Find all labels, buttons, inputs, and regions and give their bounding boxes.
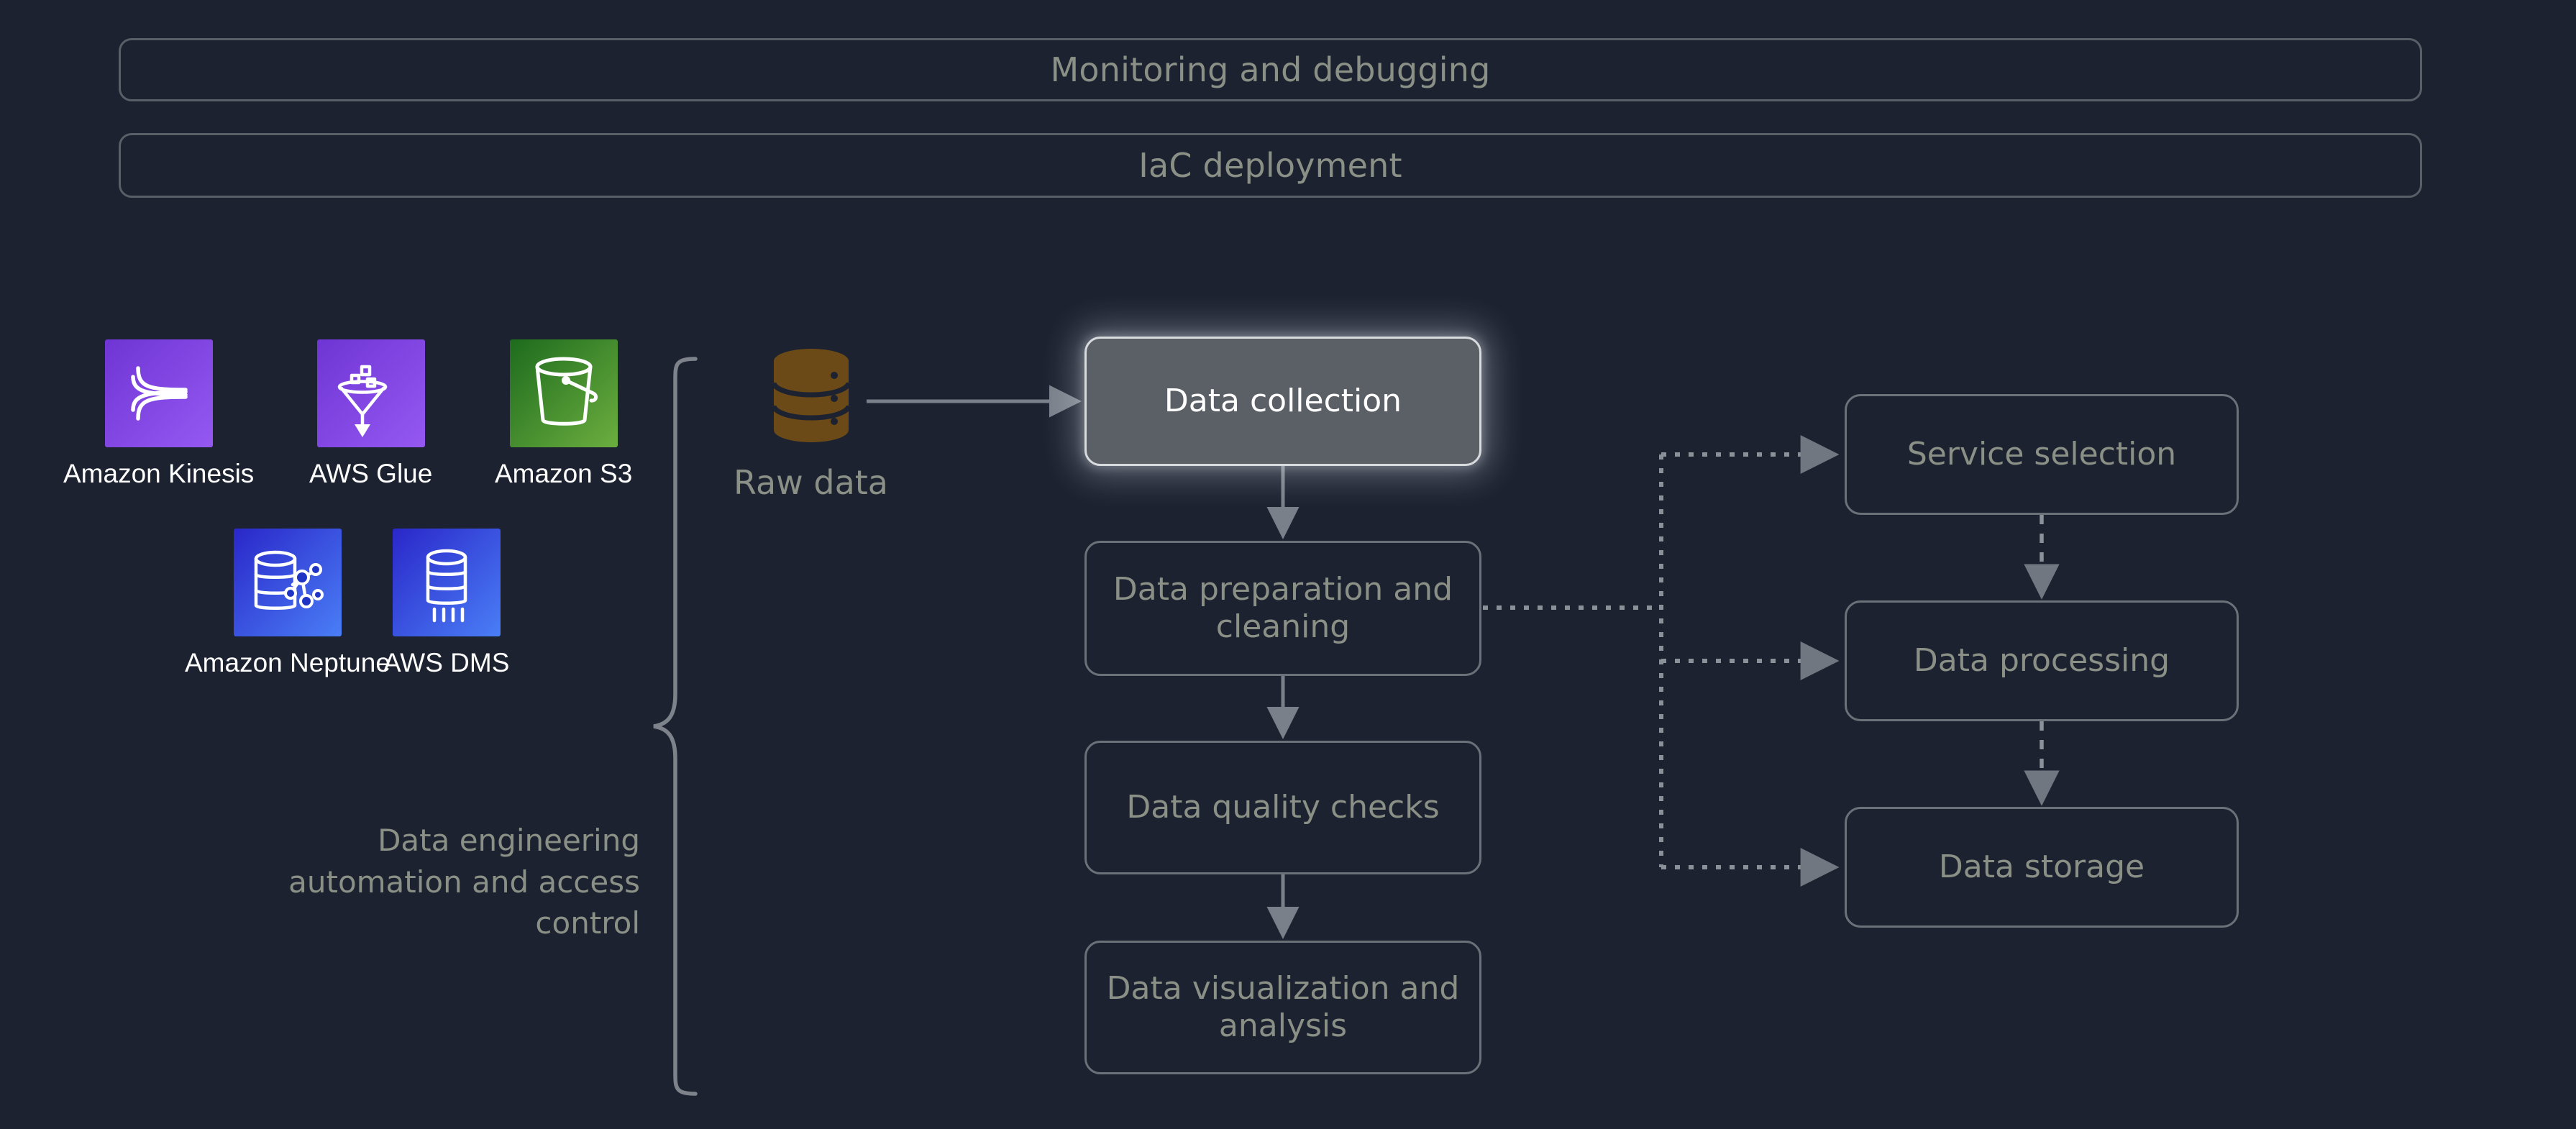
database-cylinder-icon: [771, 349, 851, 442]
pipeline-step-data-visualization-and-analysis[interactable]: Data visualization and analysis: [1084, 941, 1481, 1074]
glue-funnel-icon: [316, 339, 425, 447]
service-label: Amazon Kinesis: [63, 459, 255, 488]
s3-bucket-icon: [509, 339, 618, 447]
raw-data-label: Raw data: [734, 463, 888, 502]
pipeline-step-data-quality-checks[interactable]: Data quality checks: [1084, 741, 1481, 874]
pipeline-step-data-preparation-and-cleaning[interactable]: Data preparation and cleaning: [1084, 541, 1481, 676]
pipeline-step-label: Data preparation and cleaning: [1113, 571, 1453, 645]
neptune-graph-database-icon: [233, 529, 342, 636]
grouping-brace: [653, 357, 698, 1096]
header-bar-label: IaC deployment: [1138, 146, 1402, 185]
service-label: AWS DMS: [383, 648, 510, 677]
header-bar-iac: IaC deployment: [119, 133, 2422, 198]
service-item-amazon-s3: Amazon S3: [495, 339, 632, 489]
service-label: AWS Glue: [309, 459, 433, 488]
raw-data-node: Raw data: [734, 345, 888, 502]
consideration-step-label: Service selection: [1906, 436, 2177, 473]
service-label: Amazon S3: [495, 459, 633, 488]
header-bar-label: Monitoring and debugging: [1050, 50, 1491, 89]
service-item-aws-glue: AWS Glue: [309, 339, 432, 489]
kinesis-icon: [104, 339, 213, 447]
service-item-aws-dms: AWS DMS: [383, 529, 509, 678]
pipeline-step-data-collection[interactable]: Data collection: [1084, 337, 1481, 466]
consideration-step-label: Data storage: [1938, 849, 2145, 886]
consideration-step-service-selection[interactable]: Service selection: [1845, 394, 2239, 515]
header-bar-monitoring: Monitoring and debugging: [119, 38, 2422, 101]
dms-database-icon: [392, 529, 501, 636]
diagram-canvas: Monitoring and debugging IaC deployment …: [0, 0, 2576, 1129]
consideration-step-data-storage[interactable]: Data storage: [1845, 807, 2239, 928]
consideration-step-label: Data processing: [1913, 642, 2170, 680]
service-item-amazon-kinesis: Amazon Kinesis: [63, 339, 254, 489]
pipeline-step-label: Data collection: [1164, 383, 1402, 420]
pipeline-step-label: Data quality checks: [1126, 789, 1440, 826]
service-item-amazon-neptune: Amazon Neptune: [185, 529, 390, 678]
pipeline-step-label: Data visualization and analysis: [1106, 970, 1460, 1044]
consideration-step-data-processing[interactable]: Data processing: [1845, 600, 2239, 721]
dotted-trunk-preparation-to-considerations: [1483, 454, 1663, 867]
brace-group-label: Data engineering automation and access c…: [288, 823, 640, 941]
service-label: Amazon Neptune: [185, 648, 390, 677]
